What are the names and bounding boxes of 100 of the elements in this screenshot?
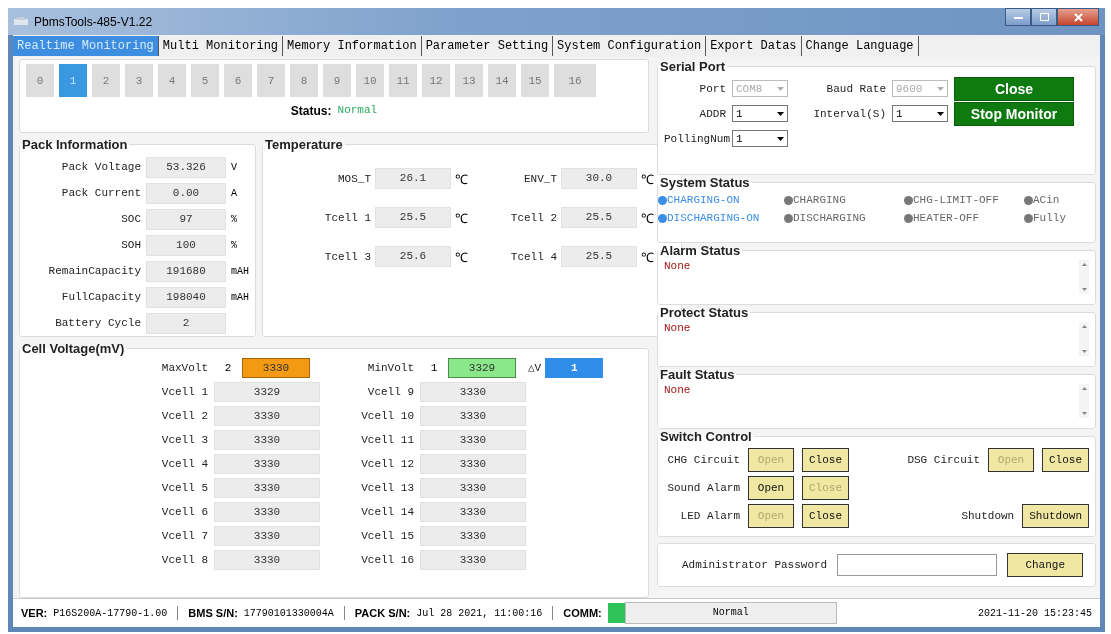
pack-button[interactable]: 3 xyxy=(125,64,153,97)
scroll-down-icon xyxy=(1081,288,1087,291)
field-label: Vcell 7 xyxy=(160,529,208,542)
pack-button[interactable]: 0 xyxy=(26,64,54,97)
unit-label: V xyxy=(231,161,237,173)
pack-button[interactable]: 6 xyxy=(224,64,252,97)
value-field: 3330 xyxy=(420,453,526,474)
scroll-bar[interactable] xyxy=(1079,260,1089,294)
switch-button[interactable]: Close xyxy=(802,504,849,528)
serial-button[interactable]: Stop Monitor xyxy=(954,101,1074,126)
pack-button[interactable]: 13 xyxy=(455,64,483,97)
field-label: Vcell 8 xyxy=(160,553,208,566)
panel-title: Serial Port xyxy=(659,59,727,74)
caret-icon xyxy=(777,136,784,141)
pack-button[interactable]: 15 xyxy=(521,64,549,97)
value-field: 3330 xyxy=(420,549,526,570)
field-label: Vcell 15 xyxy=(360,529,414,542)
pack-button[interactable]: 10 xyxy=(356,64,384,97)
serial-button[interactable]: Close xyxy=(954,76,1074,101)
unit-label: % xyxy=(231,213,237,225)
change-button[interactable]: Change xyxy=(1007,553,1084,577)
cell-index: 1 xyxy=(429,361,439,374)
field-label: Vcell 1 xyxy=(160,385,208,398)
field-label: Tcell 2 xyxy=(509,211,557,224)
pack-button[interactable]: 12 xyxy=(422,64,450,97)
panel-title: System Status xyxy=(659,175,751,190)
window-title: PbmsTools-485-V1.22 xyxy=(34,14,153,29)
value-field: 97 xyxy=(146,208,226,230)
field-label: Pack Current xyxy=(60,187,141,199)
pack-button[interactable]: 4 xyxy=(158,64,186,97)
value-field: 100 xyxy=(146,234,226,256)
status-bar-label: BMS S/N: xyxy=(188,607,238,619)
field-label: Vcell 16 xyxy=(360,553,414,566)
field-label: Battery Cycle xyxy=(54,317,141,329)
status-text: None xyxy=(664,384,691,398)
field-label: MaxVolt xyxy=(160,361,208,374)
value-field: 3330 xyxy=(214,429,320,450)
status-bar-value: 17790101330004A xyxy=(243,607,334,619)
switch-button[interactable]: Close xyxy=(802,448,849,472)
status-label: DISCHARGING-ON xyxy=(667,212,760,224)
unit-label: ℃ xyxy=(455,249,468,266)
cell-index: 2 xyxy=(223,361,233,374)
dropdown[interactable]: 1 xyxy=(732,105,788,122)
pack-button[interactable]: 5 xyxy=(191,64,219,97)
switch-button[interactable]: Close xyxy=(1042,448,1089,472)
pack-button[interactable]: 1 xyxy=(59,64,87,97)
value-field: 25.5 xyxy=(375,207,451,228)
switch-button[interactable]: Open xyxy=(748,476,794,500)
tab[interactable]: Realtime Monitoring xyxy=(13,36,159,56)
minimize-button[interactable] xyxy=(1005,8,1031,26)
value-field: 3330 xyxy=(420,381,526,402)
pack-button[interactable]: 9 xyxy=(323,64,351,97)
pack-button[interactable]: 7 xyxy=(257,64,285,97)
dropdown[interactable]: 1 xyxy=(732,130,788,147)
value-field: 30.0 xyxy=(561,168,637,189)
scroll-bar[interactable] xyxy=(1079,322,1089,356)
password-field[interactable] xyxy=(837,554,998,576)
status-text: None xyxy=(664,260,691,274)
value-field: 2 xyxy=(146,312,226,334)
field-label: Vcell 12 xyxy=(360,457,414,470)
dropdown[interactable]: 1 xyxy=(892,105,948,122)
value-field: 3330 xyxy=(214,405,320,426)
scroll-up-icon xyxy=(1081,263,1087,266)
clock-text: 2021-11-20 15:23:45 xyxy=(977,607,1092,619)
pack-button[interactable]: 8 xyxy=(290,64,318,97)
unit-label: mAH xyxy=(231,291,249,303)
status-bar-value: P16S200A-17790-1.00 xyxy=(53,607,168,619)
status-label: DISCHARGING xyxy=(793,212,866,224)
status-label: ACin xyxy=(1033,194,1060,206)
unit-label: ℃ xyxy=(641,171,654,188)
pack-button[interactable]: 14 xyxy=(488,64,516,97)
unit-label: % xyxy=(231,239,237,251)
value-field: 25.6 xyxy=(375,246,451,267)
value-field: 198040 xyxy=(146,286,226,308)
status-bar-value: Jul 28 2021, 11:00:16 xyxy=(416,607,543,619)
field-label: Vcell 10 xyxy=(360,409,414,422)
field-label: LED Alarm xyxy=(679,510,740,522)
caret-icon xyxy=(777,86,784,91)
unit-label: ℃ xyxy=(641,210,654,227)
unit-label: mAH xyxy=(231,265,249,277)
scroll-bar[interactable] xyxy=(1079,384,1089,418)
pack-button[interactable]: 2 xyxy=(92,64,120,97)
unit-label: ℃ xyxy=(455,171,468,188)
switch-button[interactable]: Shutdown xyxy=(1022,504,1089,528)
field-label: RemainCapacity xyxy=(47,265,141,277)
maximize-icon xyxy=(1039,13,1049,21)
close-button[interactable] xyxy=(1057,8,1099,26)
scroll-up-icon xyxy=(1081,387,1087,390)
value-field: 3330 xyxy=(420,501,526,522)
value-field: 3330 xyxy=(420,405,526,426)
maximize-button[interactable] xyxy=(1031,8,1057,26)
value-field: 3330 xyxy=(214,549,320,570)
pack-button[interactable]: 11 xyxy=(389,64,417,97)
status-label: Fully xyxy=(1033,212,1066,224)
panel-title: Protect Status xyxy=(659,305,750,320)
pack-button[interactable]: 16 xyxy=(554,64,596,97)
status-text: None xyxy=(664,322,691,336)
field-label: Vcell 13 xyxy=(360,481,414,494)
value-field: 3330 xyxy=(214,525,320,546)
field-label: SOH xyxy=(120,239,141,251)
